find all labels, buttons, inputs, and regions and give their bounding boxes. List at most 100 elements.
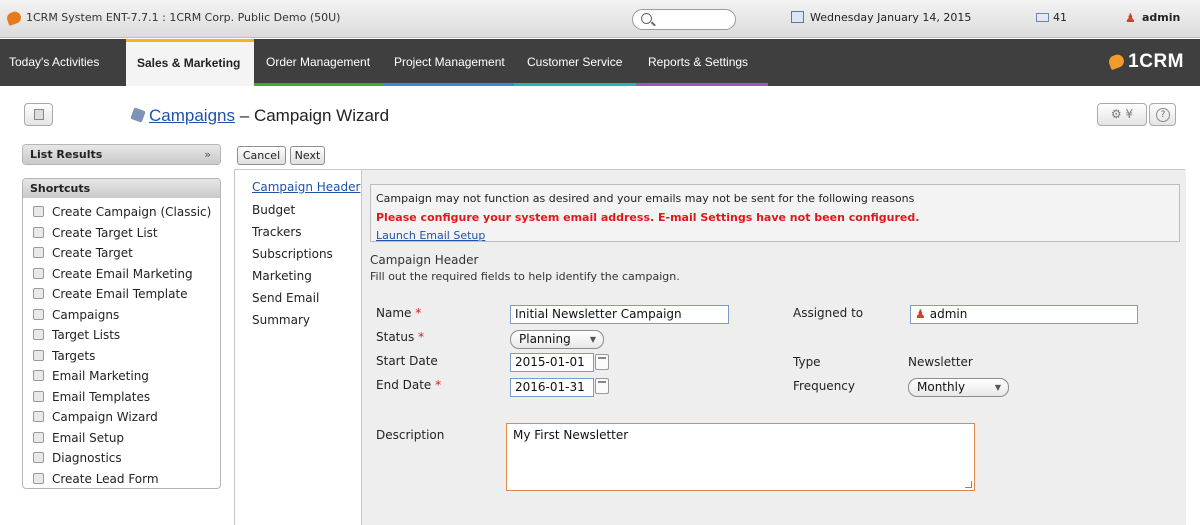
user-icon[interactable]: ♟: [1125, 11, 1136, 25]
email-warning-box: Campaign may not function as desired and…: [370, 184, 1180, 242]
calendar-icon[interactable]: [791, 11, 804, 23]
email-template-icon: [33, 390, 44, 402]
shortcut-email-setup[interactable]: Email Setup: [23, 428, 220, 449]
main-nav: Today's Activities Sales & Marketing Ord…: [0, 39, 1200, 86]
shortcut-label: Create Target List: [52, 225, 158, 240]
required-mark: *: [418, 330, 425, 344]
campaign-header-form: Campaign may not function as desired and…: [361, 170, 1186, 525]
assigned-to-value: admin: [929, 307, 968, 321]
shortcut-campaigns[interactable]: Campaigns: [23, 305, 220, 326]
document-icon: [34, 109, 44, 120]
shortcut-label: Campaign Wizard: [52, 410, 158, 424]
shortcuts-header: Shortcuts: [23, 179, 220, 198]
required-mark: *: [435, 378, 442, 392]
step-budget[interactable]: Budget: [252, 203, 295, 217]
shortcut-email-templates[interactable]: Email Templates: [23, 387, 220, 408]
step-marketing[interactable]: Marketing: [252, 269, 312, 283]
brand-leaf-icon: [1107, 52, 1126, 71]
page-header: Campaigns – Campaign Wizard ⚙ ¥ ?: [0, 86, 1200, 142]
tab-reports-settings[interactable]: Reports & Settings: [648, 39, 748, 86]
breadcrumb-campaigns-link[interactable]: Campaigns: [149, 106, 235, 125]
email-marketing-icon: [33, 370, 44, 381]
warning-message: Campaign may not function as desired and…: [376, 192, 915, 205]
mail-icon[interactable]: [1036, 13, 1049, 22]
shortcut-label: Email Marketing: [52, 369, 149, 383]
shortcut-create-lead-form[interactable]: Create Lead Form: [23, 469, 220, 489]
resize-handle-icon[interactable]: [965, 481, 972, 488]
name-field[interactable]: Initial Newsletter Campaign: [510, 305, 729, 324]
help-icon: ?: [1156, 108, 1170, 122]
brand-text: 1CRM: [1128, 51, 1184, 72]
chevron-double-down-icon[interactable]: »: [204, 145, 211, 164]
campaign-wizard: Campaign Header Budget Trackers Subscrip…: [234, 169, 1186, 525]
email-template-icon: [33, 288, 44, 299]
shortcut-create-target[interactable]: Create Target: [23, 243, 220, 264]
type-value: Newsletter: [908, 355, 973, 369]
list-results-panel[interactable]: List Results »: [22, 144, 221, 165]
assigned-to-field[interactable]: ♟ admin: [910, 305, 1138, 324]
user-icon: ♟: [915, 307, 926, 321]
name-label: Name *: [376, 306, 421, 320]
global-search-input[interactable]: [632, 9, 736, 30]
next-button[interactable]: Next: [290, 146, 325, 165]
help-button[interactable]: ?: [1149, 103, 1176, 126]
frequency-label: Frequency: [793, 379, 855, 393]
shortcuts-list: Create Campaign (Classic) Create Target …: [23, 198, 220, 489]
start-date-calendar-icon[interactable]: [595, 354, 609, 370]
start-date-field[interactable]: 2015-01-01: [510, 353, 594, 372]
shortcut-label: Create Lead Form: [52, 471, 159, 486]
shortcut-create-target-list[interactable]: Create Target List: [23, 223, 220, 244]
status-select[interactable]: Planning ▼: [510, 330, 604, 349]
campaign-icon: [33, 308, 44, 320]
launch-email-setup-link[interactable]: Launch Email Setup: [376, 229, 485, 242]
end-date-field[interactable]: 2016-01-31: [510, 378, 594, 397]
shortcut-label: Create Target: [52, 246, 133, 260]
breadcrumb: Campaigns – Campaign Wizard: [130, 106, 389, 126]
tab-customer-service[interactable]: Customer Service: [527, 39, 622, 86]
current-date[interactable]: Wednesday January 14, 2015: [810, 11, 971, 24]
section-subtitle: Fill out the required fields to help ide…: [370, 270, 680, 283]
shortcut-label: Target Lists: [52, 328, 121, 342]
cancel-button[interactable]: Cancel: [237, 146, 286, 165]
wizard-icon: [33, 411, 44, 422]
tab-todays-activities[interactable]: Today's Activities: [0, 39, 126, 86]
start-date-label: Start Date: [376, 354, 438, 368]
email-icon: [33, 431, 44, 443]
list-results-header[interactable]: List Results »: [23, 145, 220, 164]
frequency-select[interactable]: Monthly ▼: [908, 378, 1009, 397]
shortcut-targets[interactable]: Targets: [23, 346, 220, 367]
required-mark: *: [415, 306, 422, 320]
shortcut-diagnostics[interactable]: Diagnostics: [23, 448, 220, 469]
end-date-label-text: End Date: [376, 378, 432, 392]
shortcut-campaign-wizard[interactable]: Campaign Wizard: [23, 407, 220, 428]
shortcut-create-email-marketing[interactable]: Create Email Marketing: [23, 264, 220, 285]
shortcut-label: Targets: [52, 348, 96, 363]
tab-order-management[interactable]: Order Management: [266, 39, 370, 86]
end-date-calendar-icon[interactable]: [595, 378, 609, 394]
module-menu-button[interactable]: [24, 103, 53, 126]
step-campaign-header[interactable]: Campaign Header: [252, 180, 360, 194]
step-subscriptions[interactable]: Subscriptions: [252, 247, 333, 261]
shortcut-create-campaign-classic[interactable]: Create Campaign (Classic): [23, 202, 220, 223]
tab-project-management[interactable]: Project Management: [394, 39, 505, 86]
settings-menu-button[interactable]: ⚙ ¥: [1097, 103, 1147, 126]
section-title: Campaign Header: [370, 253, 479, 267]
description-textarea[interactable]: My First Newsletter: [506, 423, 975, 491]
tab-sales-marketing[interactable]: Sales & Marketing: [126, 39, 254, 86]
shortcut-label: Email Templates: [52, 389, 151, 404]
step-send-email[interactable]: Send Email: [252, 291, 319, 305]
shortcuts-panel: Shortcuts Create Campaign (Classic) Crea…: [22, 178, 221, 489]
mail-count[interactable]: 41: [1053, 11, 1067, 24]
type-label: Type: [793, 355, 821, 369]
shortcut-target-lists[interactable]: Target Lists: [23, 325, 220, 346]
campaign-icon: [33, 206, 44, 217]
user-menu[interactable]: admin: [1142, 11, 1180, 24]
shortcut-create-email-template[interactable]: Create Email Template: [23, 284, 220, 305]
step-summary[interactable]: Summary: [252, 313, 310, 327]
shortcut-label: Create Email Template: [52, 287, 188, 301]
shortcut-label: Campaigns: [52, 307, 120, 322]
status-label-text: Status: [376, 330, 415, 344]
shortcut-label: Diagnostics: [52, 451, 122, 465]
step-trackers[interactable]: Trackers: [252, 225, 302, 239]
shortcut-email-marketing[interactable]: Email Marketing: [23, 366, 220, 387]
